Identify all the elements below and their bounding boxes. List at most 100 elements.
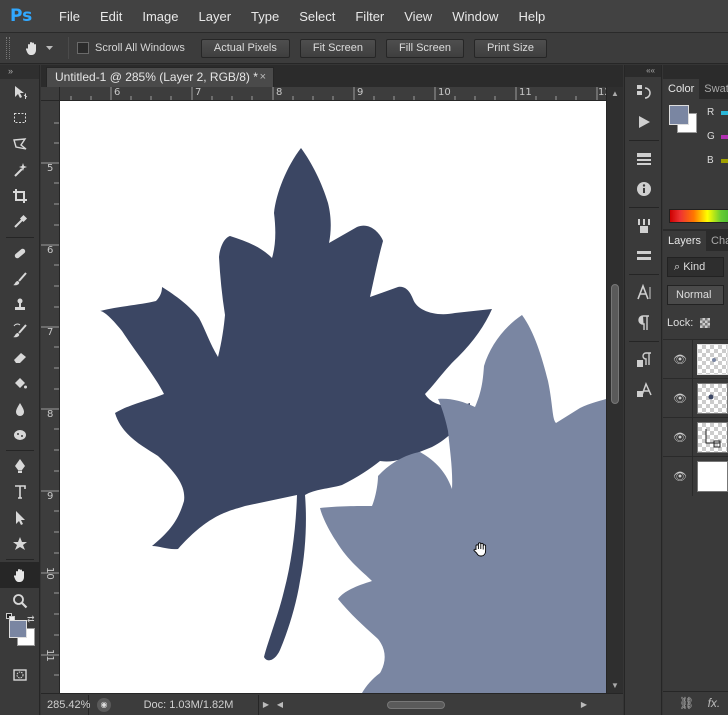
- custom-shape-tool-icon[interactable]: [0, 531, 40, 557]
- lasso-tool-icon[interactable]: [0, 131, 40, 157]
- quick-mask-icon[interactable]: [0, 662, 40, 688]
- horizontal-scroll-thumb[interactable]: [387, 700, 445, 709]
- path-selection-tool-icon[interactable]: [0, 505, 40, 531]
- panel-separator: [629, 341, 659, 342]
- color-spectrum-ramp[interactable]: [669, 209, 728, 223]
- slider-g[interactable]: [721, 135, 728, 139]
- crop-tool-icon[interactable]: [0, 183, 40, 209]
- tools-panel-header[interactable]: »: [0, 65, 39, 79]
- menu-image[interactable]: Image: [132, 0, 188, 33]
- clone-stamp-tool-icon[interactable]: [0, 292, 40, 318]
- options-grip[interactable]: [6, 37, 10, 59]
- horizontal-scrollbar[interactable]: [287, 698, 577, 712]
- actions-panel-icon[interactable]: [625, 107, 663, 137]
- magic-wand-tool-icon[interactable]: [0, 157, 40, 183]
- layer-effects-icon[interactable]: fx.: [708, 696, 721, 710]
- eyedropper-tool-icon[interactable]: [0, 209, 40, 235]
- vertical-ruler[interactable]: 5 6 7 8 9 10 11: [41, 101, 60, 693]
- lock-transparent-pixels-icon[interactable]: [700, 318, 711, 329]
- menu-type[interactable]: Type: [241, 0, 289, 33]
- layer-row-layer-2[interactable]: 👁: [663, 339, 728, 379]
- character-styles-panel-icon[interactable]: [625, 375, 663, 405]
- tab-channels[interactable]: Channels: [706, 231, 728, 251]
- scroll-down-icon[interactable]: ▼: [611, 681, 619, 690]
- ruler-v-label: 7: [47, 327, 54, 338]
- slider-r[interactable]: [721, 111, 728, 115]
- paint-bucket-tool-icon[interactable]: [0, 370, 40, 396]
- menu-filter[interactable]: Filter: [345, 0, 394, 33]
- menu-window[interactable]: Window: [442, 0, 508, 33]
- close-icon[interactable]: ×: [260, 68, 266, 87]
- healing-brush-tool-icon[interactable]: [0, 240, 40, 266]
- zoom-tool-icon[interactable]: [0, 588, 40, 614]
- layer-filter-kind[interactable]: ⌕ Kind: [667, 257, 724, 277]
- history-panel-icon[interactable]: [625, 77, 663, 107]
- visibility-toggle[interactable]: 👁: [663, 340, 693, 379]
- type-tool-icon[interactable]: [0, 479, 40, 505]
- panel-foreground-swatch[interactable]: [669, 105, 689, 125]
- menu-view[interactable]: View: [394, 0, 442, 33]
- brush-panel-icon[interactable]: [625, 241, 663, 271]
- slider-b[interactable]: [721, 159, 728, 163]
- info-panel-icon[interactable]: [625, 174, 663, 204]
- color-panel: R G B: [663, 99, 728, 229]
- visibility-toggle[interactable]: 👁: [663, 418, 693, 457]
- paragraph-panel-icon[interactable]: [625, 308, 663, 338]
- collapsed-panel-dock: ««: [624, 65, 662, 715]
- adjustments-panel-icon[interactable]: [625, 144, 663, 174]
- link-layers-icon[interactable]: ⛓: [679, 696, 694, 710]
- blend-mode-select[interactable]: Normal: [667, 285, 724, 305]
- ruler-origin[interactable]: [41, 87, 60, 101]
- tool-preset-picker[interactable]: [24, 37, 60, 59]
- fill-screen-button[interactable]: Fill Screen: [385, 38, 464, 58]
- eye-icon: 👁: [673, 393, 687, 405]
- menu-select[interactable]: Select: [289, 0, 345, 33]
- layer-row-layer-1[interactable]: 👁: [663, 378, 728, 418]
- blur-tool-icon[interactable]: [0, 396, 40, 422]
- layer-row-background[interactable]: 👁: [663, 456, 728, 496]
- actual-pixels-button[interactable]: Actual Pixels: [200, 38, 290, 58]
- collapse-panels-icon[interactable]: ««: [625, 65, 661, 77]
- menu-edit[interactable]: Edit: [90, 0, 132, 33]
- status-menu-icon[interactable]: ◉: [97, 697, 111, 712]
- paragraph-styles-panel-icon[interactable]: [625, 345, 663, 375]
- scroll-left-icon[interactable]: ◀: [273, 700, 287, 709]
- ruler-v-label: 11: [44, 649, 55, 662]
- tab-layers[interactable]: Layers: [663, 231, 707, 251]
- menu-help[interactable]: Help: [508, 0, 555, 33]
- history-brush-tool-icon[interactable]: [0, 318, 40, 344]
- layer-thumbnail: [697, 461, 728, 492]
- scroll-right-icon[interactable]: ▶: [577, 700, 591, 709]
- brush-tool-icon[interactable]: [0, 266, 40, 292]
- vertical-scroll-thumb[interactable]: [611, 284, 619, 404]
- eraser-tool-icon[interactable]: [0, 344, 40, 370]
- marquee-tool-icon[interactable]: [0, 105, 40, 131]
- hand-tool-icon[interactable]: [0, 562, 40, 588]
- foreground-color-swatch[interactable]: [9, 620, 27, 638]
- print-size-button[interactable]: Print Size: [473, 38, 548, 58]
- layer-filter-kind-label: Kind: [683, 261, 706, 273]
- menu-layer[interactable]: Layer: [189, 0, 242, 33]
- pen-tool-icon[interactable]: [0, 453, 40, 479]
- tab-swatches[interactable]: Swatches: [699, 79, 728, 99]
- layer-row-shape[interactable]: 👁: [663, 417, 728, 457]
- zoom-level[interactable]: 285.42%: [41, 694, 90, 715]
- swap-colors-icon[interactable]: ⇄: [27, 614, 35, 625]
- move-tool-icon[interactable]: [0, 79, 40, 105]
- vertical-scrollbar[interactable]: ▲ ▼: [606, 87, 623, 693]
- tab-color[interactable]: Color: [663, 79, 700, 99]
- status-arrow-icon[interactable]: ▶: [259, 700, 273, 709]
- sponge-tool-icon[interactable]: [0, 422, 40, 448]
- horizontal-ruler[interactable]: 6 7 8 9 10 11 12: [60, 87, 606, 101]
- visibility-toggle[interactable]: 👁: [663, 379, 693, 418]
- scroll-all-windows-checkbox[interactable]: [77, 42, 89, 54]
- brush-presets-panel-icon[interactable]: [625, 211, 663, 241]
- document-tab[interactable]: Untitled-1 @ 285% (Layer 2, RGB/8) * ×: [46, 67, 274, 87]
- character-panel-icon[interactable]: [625, 278, 663, 308]
- fit-screen-button[interactable]: Fit Screen: [299, 38, 376, 58]
- document-canvas[interactable]: [60, 101, 606, 693]
- menu-file[interactable]: File: [49, 0, 90, 33]
- visibility-toggle[interactable]: 👁: [663, 457, 693, 496]
- panel-separator: [629, 207, 659, 208]
- scroll-up-icon[interactable]: ▲: [611, 89, 619, 98]
